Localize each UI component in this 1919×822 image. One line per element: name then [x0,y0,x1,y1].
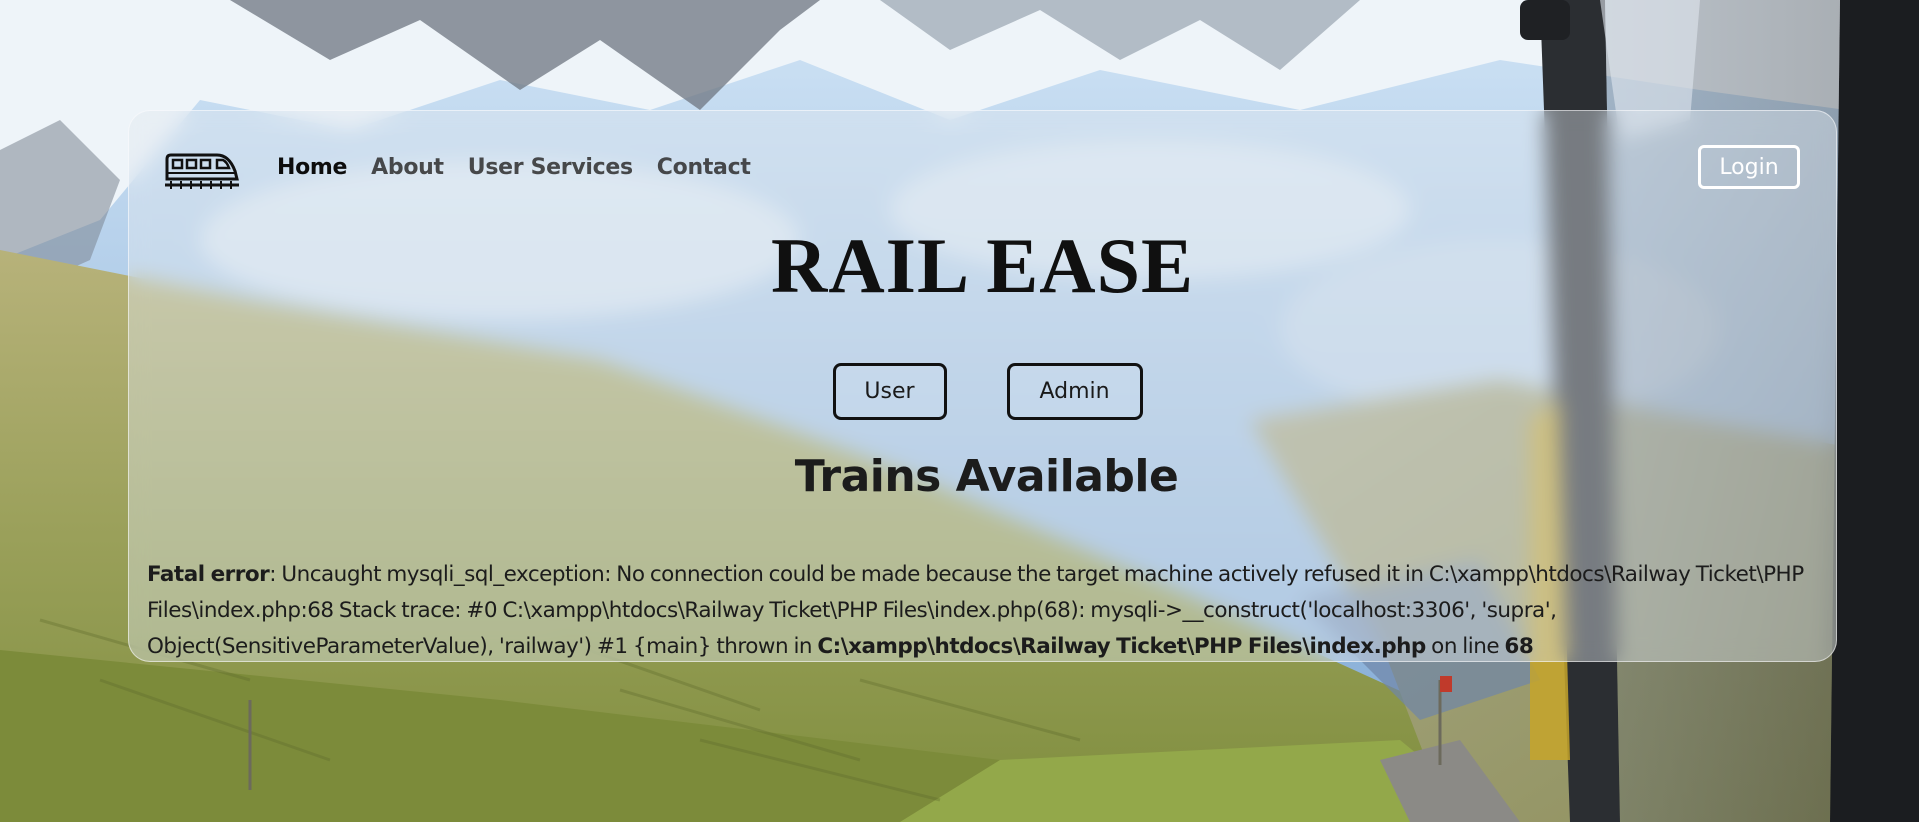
error-line-number: 68 [1504,634,1534,659]
error-label: Fatal error [147,562,270,587]
user-button[interactable]: User [832,363,947,420]
fatal-error-message: Fatal error: Uncaught mysqli_sql_excepti… [147,557,1837,665]
error-line-text: on line [1425,634,1505,659]
login-button[interactable]: Login [1698,145,1800,189]
nav-item-home[interactable]: Home [277,155,347,180]
navbar: Home About User Services Contact Login [129,111,1836,231]
trains-available-heading: Trains Available [794,451,1179,502]
nav-item-user-services[interactable]: User Services [468,155,633,180]
nav-item-about[interactable]: About [371,155,444,180]
admin-button[interactable]: Admin [1006,363,1143,420]
nav-links: Home About User Services Contact [277,155,751,180]
main-card: Home About User Services Contact Login R… [128,110,1837,662]
page-title: RAIL EASE [771,222,1194,309]
train-icon[interactable] [163,149,239,191]
nav-item-contact[interactable]: Contact [657,155,751,180]
error-file: C:\xampp\htdocs\Railway Ticket\PHP Files… [817,634,1426,659]
role-buttons: User Admin [129,363,1836,420]
